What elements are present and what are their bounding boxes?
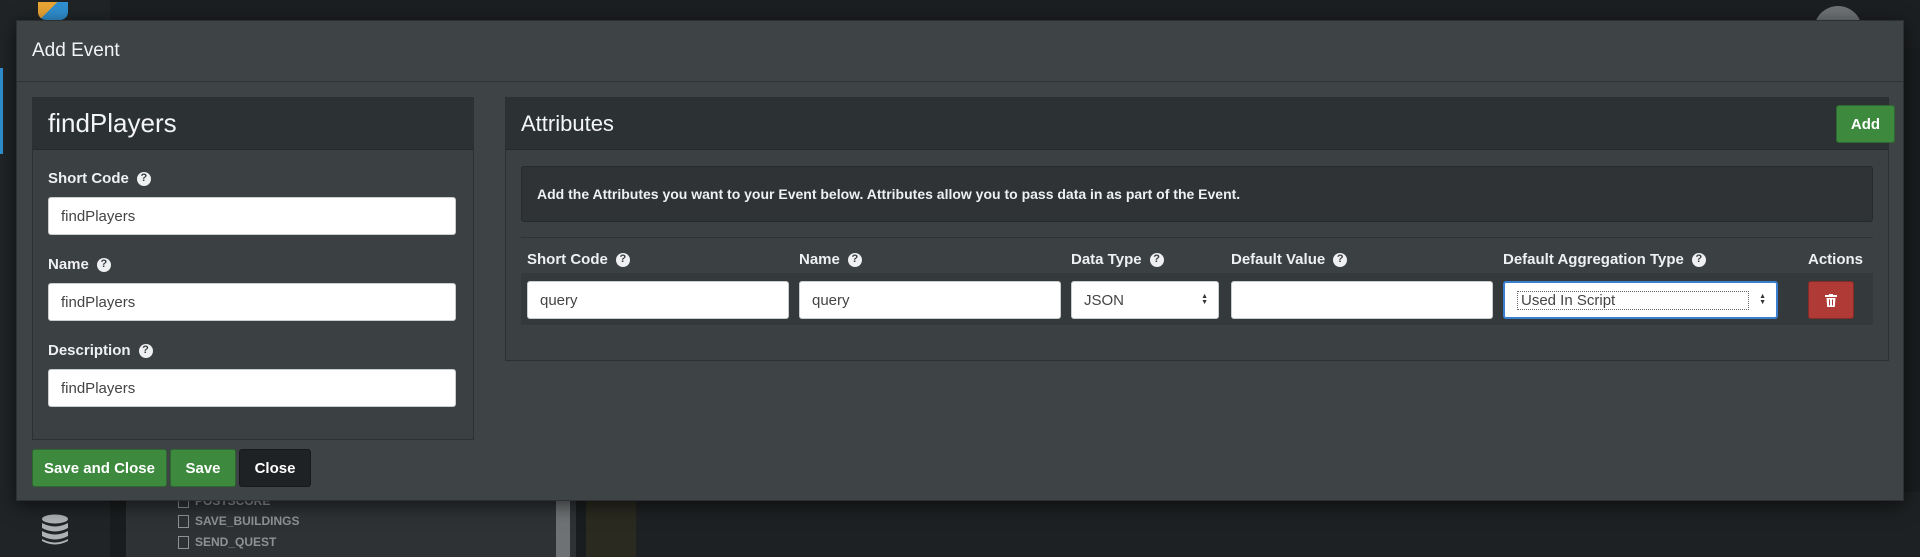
- tree-item[interactable]: SAVE_BUILDINGS: [178, 514, 299, 528]
- help-icon[interactable]: ?: [136, 171, 151, 186]
- attributes-panel: Attributes Add Add the Attributes you wa…: [505, 97, 1895, 361]
- col-name: Name ?: [799, 251, 862, 268]
- editor-area: [636, 492, 1920, 557]
- select-arrows-icon: ▲ ▼: [1201, 293, 1208, 306]
- description-input[interactable]: findPlayers: [48, 369, 456, 407]
- help-icon[interactable]: ?: [138, 343, 153, 358]
- name-label-text: Name: [48, 256, 89, 273]
- attributes-info: Add the Attributes you want to your Even…: [521, 166, 1873, 222]
- attr-name-input[interactable]: query: [799, 281, 1061, 319]
- file-icon: [178, 535, 189, 549]
- sidebar-active-indicator: [0, 68, 3, 154]
- file-icon: [178, 514, 189, 528]
- description-label: Description ?: [48, 342, 153, 359]
- table-divider: [521, 237, 1873, 238]
- save-button[interactable]: Save: [170, 449, 236, 487]
- tree-item-label: SAVE_BUILDINGS: [195, 514, 300, 528]
- save-and-close-button[interactable]: Save and Close: [32, 449, 167, 487]
- close-button[interactable]: Close: [239, 449, 311, 487]
- help-icon[interactable]: ?: [1691, 252, 1706, 267]
- col-actions: Actions: [1808, 251, 1863, 268]
- add-attribute-button[interactable]: Add: [1836, 105, 1895, 143]
- col-default-value: Default Value ?: [1231, 251, 1348, 268]
- name-label: Name ?: [48, 256, 111, 273]
- attr-default-value-input[interactable]: [1231, 281, 1493, 319]
- editor-gutter: [586, 498, 636, 557]
- tree-scrollbar[interactable]: [556, 492, 570, 557]
- app-logo: [38, 2, 68, 20]
- tree-item[interactable]: SEND_QUEST: [178, 535, 276, 549]
- attr-data-type-select[interactable]: JSON ▲ ▼: [1071, 281, 1219, 319]
- attr-aggregation-select[interactable]: Used In Script ▲ ▼: [1503, 281, 1778, 319]
- select-arrows-icon: ▲ ▼: [1759, 293, 1766, 306]
- attributes-heading: Attributes: [506, 98, 1888, 150]
- add-event-modal: Add Event findPlayers Short Code ? findP…: [16, 20, 1904, 501]
- col-short-code-label: Short Code: [527, 251, 608, 268]
- data-type-value: JSON: [1084, 291, 1125, 309]
- description-label-text: Description: [48, 342, 131, 359]
- short-code-label-text: Short Code: [48, 170, 129, 187]
- tree-item-label: SEND_QUEST: [195, 535, 277, 549]
- col-aggregation-label: Default Aggregation Type: [1503, 251, 1684, 268]
- event-details-panel: findPlayers Short Code ? findPlayers Nam…: [32, 97, 474, 440]
- help-icon[interactable]: ?: [1333, 252, 1348, 267]
- short-code-input[interactable]: findPlayers: [48, 197, 456, 235]
- help-icon[interactable]: ?: [96, 257, 111, 272]
- help-icon[interactable]: ?: [847, 252, 862, 267]
- short-code-label: Short Code ?: [48, 170, 151, 187]
- trash-icon: [1825, 293, 1837, 307]
- modal-title: Add Event: [17, 21, 1903, 82]
- database-icon[interactable]: [40, 514, 70, 546]
- col-name-label: Name: [799, 251, 840, 268]
- col-actions-label: Actions: [1808, 251, 1864, 268]
- col-aggregation: Default Aggregation Type ?: [1503, 251, 1706, 268]
- aggregation-value: Used In Script: [1517, 290, 1749, 310]
- col-short-code: Short Code ?: [527, 251, 630, 268]
- help-icon[interactable]: ?: [1149, 252, 1164, 267]
- attributes-title: Attributes: [521, 110, 614, 136]
- col-data-type: Data Type ?: [1071, 251, 1164, 268]
- attr-short-code-input[interactable]: query: [527, 281, 789, 319]
- col-data-type-label: Data Type: [1071, 251, 1142, 268]
- help-icon[interactable]: ?: [615, 252, 630, 267]
- event-name-heading: findPlayers: [33, 98, 473, 150]
- name-input[interactable]: findPlayers: [48, 283, 456, 321]
- delete-attribute-button[interactable]: [1808, 281, 1854, 319]
- col-default-value-label: Default Value: [1231, 251, 1326, 268]
